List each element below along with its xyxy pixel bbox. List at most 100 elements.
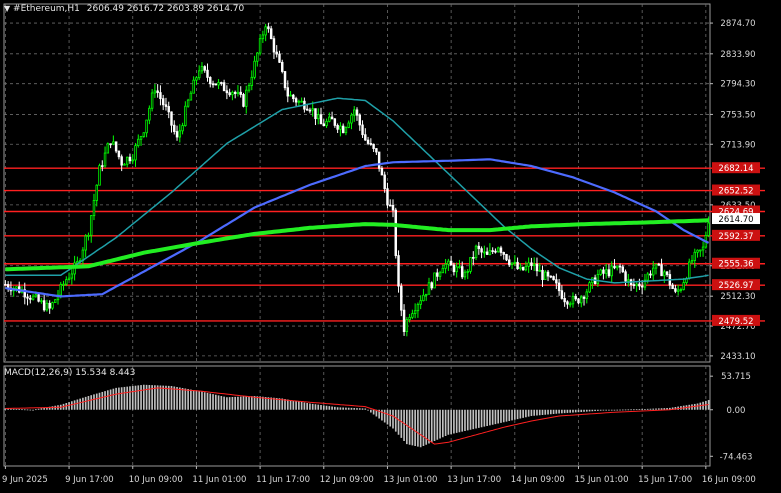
macd-bar	[267, 397, 270, 410]
triangle-down-icon[interactable]: ▼	[4, 4, 10, 13]
candle-body	[466, 270, 469, 273]
candle-body	[665, 271, 669, 275]
candle-body	[618, 265, 622, 268]
macd-bar	[561, 409, 563, 414]
macd-bar	[464, 409, 466, 431]
candle-body	[267, 26, 270, 30]
macd-bar	[336, 407, 339, 410]
candle-body	[474, 245, 478, 258]
macd-bar	[430, 409, 433, 443]
price-tick-label: 2833.90	[720, 50, 755, 60]
price-axis: 2874.702833.902794.302753.502713.902633.…	[710, 19, 760, 462]
macd-bar	[480, 409, 483, 428]
candle-body	[231, 91, 234, 96]
macd-bar	[428, 409, 430, 444]
candle-body	[397, 255, 400, 287]
candle-body	[159, 92, 162, 100]
macd-bar	[580, 409, 583, 412]
candle-body	[209, 77, 212, 85]
candle-body	[98, 165, 101, 186]
macd-bar	[530, 409, 533, 416]
main-panel-frame	[3, 3, 711, 363]
macd-bar	[585, 409, 588, 412]
candle-body	[696, 249, 699, 253]
macd-bar	[536, 409, 538, 416]
candle-body	[663, 271, 666, 277]
macd-bar	[226, 397, 228, 410]
candle-body	[455, 266, 458, 273]
candle-body	[192, 79, 195, 94]
macd-bar	[641, 409, 643, 410]
candle-body	[519, 266, 522, 270]
candle-body	[391, 204, 395, 211]
candle-body	[211, 83, 215, 86]
candle-body	[411, 313, 414, 318]
macd-bar	[286, 399, 289, 410]
candle-body	[258, 38, 262, 54]
candle-body	[42, 300, 46, 311]
macd-bar	[101, 391, 104, 410]
macd-bar	[400, 409, 403, 438]
candle-body	[292, 94, 295, 100]
macd-bar	[129, 386, 131, 410]
macd-bar	[253, 396, 256, 410]
candle-body	[242, 94, 245, 107]
candle-body	[599, 269, 602, 275]
macd-bar	[15, 409, 18, 410]
candle-body	[139, 136, 143, 140]
candle-body	[566, 301, 569, 305]
candle-body	[272, 38, 276, 53]
candle-body	[632, 284, 636, 287]
macd-bar	[242, 396, 245, 410]
macd-bar	[381, 409, 383, 421]
macd-bar	[320, 405, 322, 410]
macd-panel	[4, 384, 710, 448]
macd-bar	[231, 397, 234, 410]
macd-bar	[170, 386, 173, 410]
candle-body	[297, 100, 301, 103]
macd-bar	[538, 409, 541, 416]
candle-body	[45, 302, 49, 311]
candle-body	[521, 266, 525, 271]
candle-body	[488, 250, 492, 255]
macd-bar	[389, 409, 392, 427]
chart-canvas[interactable]: 2874.702833.902794.302753.502713.902633.…	[0, 0, 781, 489]
macd-bar	[106, 390, 109, 410]
candle-body	[419, 300, 422, 305]
macd-bar	[137, 385, 140, 410]
candle-body	[120, 156, 123, 166]
candle-body	[602, 269, 605, 274]
macd-bar	[453, 409, 455, 434]
macd-bar	[417, 409, 419, 447]
chart-window[interactable]: 2874.702833.902794.302753.502713.902633.…	[0, 0, 781, 489]
candle-body	[62, 283, 65, 286]
candle-body	[380, 167, 384, 176]
macd-bar	[527, 409, 530, 417]
candle-body	[333, 118, 337, 126]
candle-body	[604, 269, 608, 274]
candle-body	[430, 282, 433, 289]
macd-bar	[115, 387, 117, 410]
macd-bar	[491, 409, 494, 425]
macd-bar	[616, 409, 619, 411]
macd-bar	[347, 407, 350, 410]
macd-bar	[583, 409, 585, 412]
macd-bar	[322, 405, 325, 410]
macd-bar	[635, 409, 638, 411]
candle-body	[433, 272, 436, 289]
macd-bar	[513, 409, 516, 420]
macd-label: MACD(12,26,9) 15.534 8.443	[4, 368, 136, 378]
candle-body	[26, 296, 29, 299]
candle-body	[679, 289, 683, 291]
macd-bar	[29, 409, 32, 411]
candle-body	[355, 109, 359, 116]
macd-bar	[317, 404, 320, 410]
macd-bar	[239, 396, 242, 410]
macd-bar	[228, 397, 231, 410]
macd-bar	[411, 409, 414, 446]
candle-body	[491, 250, 494, 253]
candle-body	[247, 85, 251, 91]
candle-body	[59, 283, 62, 296]
macd-bar	[566, 409, 569, 413]
macd-bar	[353, 408, 356, 410]
